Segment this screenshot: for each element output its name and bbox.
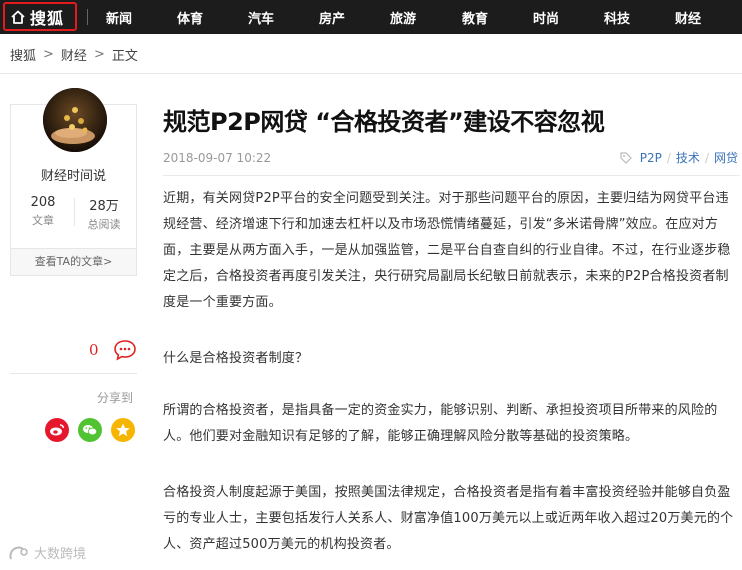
comment-count[interactable]: 0 <box>89 341 99 359</box>
home-icon <box>11 10 25 24</box>
share-wechat-button[interactable] <box>78 418 102 442</box>
tag-p2p[interactable]: P2P <box>640 151 662 165</box>
nav-item-tech[interactable]: 科技 <box>604 8 630 27</box>
meta-divider <box>163 175 740 176</box>
articles-stat: 208 文章 <box>18 195 68 228</box>
breadcrumb-separator: > <box>43 47 54 62</box>
comment-icon[interactable] <box>113 339 137 361</box>
breadcrumb-current: 正文 <box>111 49 138 64</box>
tag-separator: / <box>666 150 671 165</box>
breadcrumb-separator: > <box>93 47 105 62</box>
watermark-text: 大数跨境 <box>34 547 87 562</box>
top-nav-bar: 搜狐 新闻 体育 汽车 房产 旅游 教育 时尚 科技 财经 <box>0 0 742 34</box>
breadcrumb-divider <box>0 73 742 74</box>
article-tags: P2P / 技术 / 网贷 <box>620 149 738 166</box>
see-author-articles-link[interactable]: 查看TA的文章> <box>11 248 136 275</box>
avatar-image <box>43 88 107 152</box>
author-name[interactable]: 财经时间说 <box>11 165 136 184</box>
breadcrumb: 搜狐 > 财经 > 正文 <box>10 45 138 64</box>
tag-separator: / <box>704 150 709 165</box>
nav-item-news[interactable]: 新闻 <box>106 8 132 27</box>
reads-count: 28万 <box>89 199 119 214</box>
reads-stat: 28万 总阅读 <box>79 195 129 232</box>
tag-lending[interactable]: 网贷 <box>714 149 738 166</box>
nav-item-house[interactable]: 房产 <box>319 8 345 27</box>
tag-tech[interactable]: 技术 <box>676 149 700 166</box>
nav-divider <box>87 9 88 25</box>
wechat-icon <box>83 425 98 436</box>
sohu-logo[interactable]: 搜狐 <box>3 2 77 31</box>
article-paragraph: 所谓的合格投资者，是指具备一定的资金实力，能够识别、判断、承担投资项目所带来的风… <box>163 403 718 444</box>
share-qzone-button[interactable] <box>111 418 135 442</box>
sidebar-divider <box>10 373 137 374</box>
watermark: 大数跨境 <box>8 543 86 562</box>
author-avatar[interactable] <box>43 88 107 152</box>
share-weibo-button[interactable] <box>45 418 69 442</box>
nav-item-auto[interactable]: 汽车 <box>248 8 274 27</box>
author-card: 财经时间说 208 文章 28万 总阅读 查看TA的文章> <box>10 88 137 276</box>
tag-icon <box>620 151 632 164</box>
star-icon <box>116 423 130 437</box>
article-title: 规范P2P网贷 “合格投资者”建设不容忽视 <box>163 108 605 136</box>
breadcrumb-section-link[interactable]: 财经 <box>61 45 87 64</box>
weibo-icon <box>50 424 65 436</box>
nav-item-fashion[interactable]: 时尚 <box>533 8 559 27</box>
reads-label: 总阅读 <box>87 218 121 231</box>
article-paragraph: 近期，有关网贷P2P平台的安全问题受到关注。对于那些问题平台的原因，主要归结为网… <box>163 191 731 310</box>
nav-item-finance[interactable]: 财经 <box>675 8 701 27</box>
watermark-logo-icon <box>9 546 28 559</box>
logo-text: 搜狐 <box>30 8 65 28</box>
article-paragraph: 合格投资人制度起源于美国，按照美国法律规定，合格投资者是指有着丰富投资经验并能够… <box>163 485 734 552</box>
nav-item-sports[interactable]: 体育 <box>177 8 203 27</box>
stat-divider <box>74 198 75 226</box>
nav-item-education[interactable]: 教育 <box>462 8 488 27</box>
articles-count: 208 <box>30 195 56 210</box>
breadcrumb-home-link[interactable]: 搜狐 <box>10 45 36 64</box>
article-subheading: 什么是合格投资者制度？ <box>163 351 309 366</box>
share-label: 分享到 <box>97 391 134 405</box>
nav-item-travel[interactable]: 旅游 <box>390 8 416 27</box>
articles-label: 文章 <box>32 214 54 227</box>
article-time: 2018-09-07 10:22 <box>163 151 272 165</box>
